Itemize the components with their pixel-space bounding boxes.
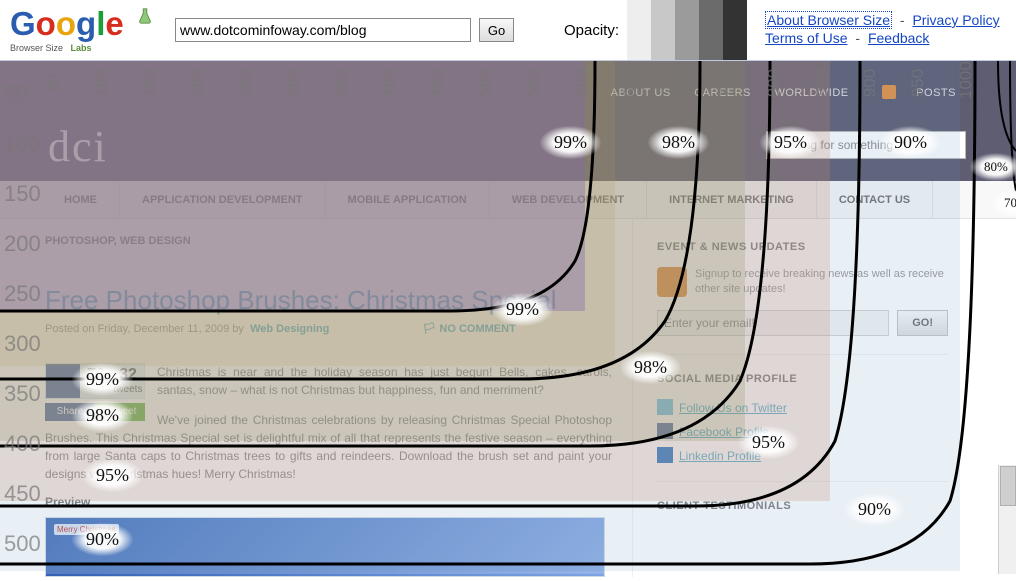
link-terms[interactable]: Terms of Use [765, 30, 847, 46]
link-about[interactable]: About Browser Size [765, 11, 892, 29]
link-privacy[interactable]: Privacy Policy [912, 12, 999, 28]
rss-icon [882, 85, 896, 99]
mainnav-item[interactable]: CONTACT US [817, 181, 933, 219]
subscribe-button[interactable]: GO! [897, 310, 948, 336]
header-links: About Browser Size - Privacy Policy Term… [765, 12, 1000, 48]
mainnav-item[interactable]: WEB DEVELOPMENT [490, 181, 647, 219]
target-website: ABOUT US CAREERS WORLDWIDE POSTS dci HOM… [0, 61, 1016, 574]
facebook-icon [657, 423, 673, 439]
topnav-item[interactable]: POSTS [872, 87, 966, 99]
site-topnav: ABOUT US CAREERS WORLDWIDE POSTS [601, 85, 976, 99]
sidebar-heading: SOCIAL MEDIA PROFILE [657, 373, 948, 385]
facebook-link[interactable]: Facebook Profile [679, 425, 769, 439]
mainnav-item[interactable]: MOBILE APPLICATION [326, 181, 490, 219]
share-widget: 70 32tweets Share retweet [45, 363, 145, 421]
site-logo[interactable]: dci [48, 121, 108, 172]
main-column: PHOTOSHOP, WEB DESIGN Free Photoshop Bru… [0, 219, 632, 577]
labs-flask-icon [136, 7, 154, 25]
rss-icon[interactable] [657, 267, 687, 297]
go-button[interactable]: Go [479, 18, 514, 42]
facebook-icon [46, 364, 80, 398]
sidebar: EVENT & NEWS UPDATES Signup to receive b… [632, 219, 972, 577]
signup-text: Signup to receive breaking news as well … [695, 267, 948, 298]
linkedin-icon [657, 447, 673, 463]
site-mainnav: HOME APPLICATION DEVELOPMENT MOBILE APPL… [0, 181, 1016, 219]
topnav-item[interactable]: WORLDWIDE [774, 87, 848, 99]
category-crumb[interactable]: PHOTOSHOP, WEB DESIGN [45, 235, 612, 247]
topnav-item[interactable]: ABOUT US [611, 87, 671, 99]
link-feedback[interactable]: Feedback [868, 30, 929, 46]
share-fb-button[interactable]: Share [45, 403, 95, 421]
mainnav-item[interactable]: INTERNET MARKETING [647, 181, 817, 219]
no-comment-link[interactable]: 🏳 NO COMMENT [422, 323, 515, 335]
post-meta: Posted on Friday, December 11, 2009 by W… [45, 322, 612, 335]
toolbar: Google Browser Size Labs Go Opacity: Abo… [0, 0, 1016, 60]
post-author-link[interactable]: Web Designing [250, 323, 329, 335]
opacity-label: Opacity: [564, 22, 619, 39]
email-input[interactable] [657, 310, 889, 336]
retweet-button[interactable]: retweet [95, 403, 145, 421]
mainnav-item[interactable]: APPLICATION DEVELOPMENT [120, 181, 326, 219]
preview-image[interactable] [45, 517, 605, 577]
topnav-item[interactable]: CAREERS [694, 87, 751, 99]
post-title[interactable]: Free Photoshop Brushes: Christmas Specia… [45, 285, 612, 316]
scrollbar-thumb[interactable] [1000, 466, 1016, 506]
mainnav-item[interactable]: HOME [42, 181, 120, 219]
site-hero: ABOUT US CAREERS WORLDWIDE POSTS dci [0, 61, 1016, 181]
sidebar-heading: EVENT & NEWS UPDATES [657, 241, 948, 253]
scrollbar[interactable] [998, 465, 1016, 574]
site-search-input[interactable] [766, 131, 966, 159]
google-wordmark: Google [10, 7, 154, 42]
linkedin-link[interactable]: Linkedin Profile [679, 449, 761, 463]
preview-label: Preview [45, 495, 612, 509]
url-input[interactable] [175, 18, 471, 42]
sidebar-heading: CLIENT TESTIMONIALS [657, 500, 948, 512]
google-labs-logo[interactable]: Google Browser Size Labs [10, 7, 175, 54]
logo-subtitle: Browser Size Labs [10, 44, 154, 54]
twitter-icon [657, 399, 673, 415]
twitter-link[interactable]: Follow Us on Twitter [679, 401, 787, 415]
opacity-slider[interactable] [627, 0, 747, 60]
